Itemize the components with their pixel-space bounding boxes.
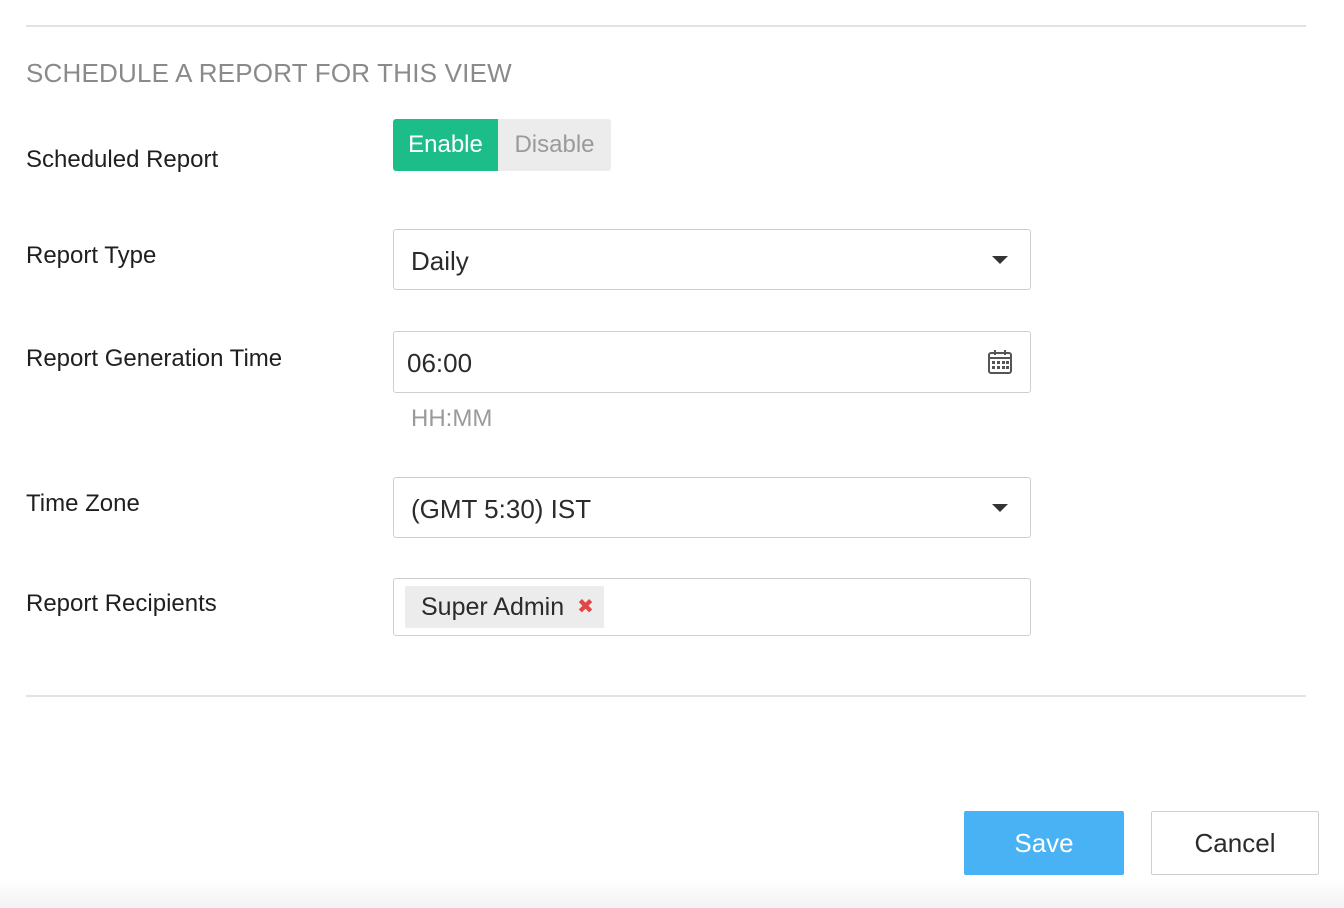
schedule-report-dialog: SCHEDULE A REPORT FOR THIS VIEW Schedule… — [0, 0, 1344, 908]
time-zone-value: (GMT 5:30) IST — [411, 494, 592, 524]
generation-time-label: Report Generation Time — [26, 345, 283, 372]
calendar-icon[interactable] — [987, 349, 1013, 375]
report-recipients-label: Report Recipients — [26, 590, 217, 617]
scheduled-report-toggle: Enable Disable — [393, 119, 611, 171]
disable-option[interactable]: Disable — [498, 119, 611, 171]
top-divider — [26, 25, 1306, 27]
report-type-select[interactable]: Daily — [393, 229, 1031, 290]
generation-time-value: 06:00 — [407, 348, 473, 378]
chevron-down-icon — [992, 504, 1008, 512]
report-type-label: Report Type — [26, 242, 157, 269]
recipient-chip-label: Super Admin — [421, 592, 565, 621]
bottom-divider — [26, 695, 1306, 697]
save-button[interactable]: Save — [964, 811, 1124, 875]
report-type-value: Daily — [411, 246, 469, 276]
time-format-hint: HH:MM — [411, 405, 493, 432]
section-title: SCHEDULE A REPORT FOR THIS VIEW — [26, 58, 512, 88]
time-zone-select[interactable]: (GMT 5:30) IST — [393, 477, 1031, 538]
time-zone-label: Time Zone — [26, 490, 140, 517]
footer-shadow — [0, 878, 1344, 908]
scheduled-report-label: Scheduled Report — [26, 146, 219, 173]
generation-time-input[interactable]: 06:00 — [393, 331, 1031, 393]
close-icon[interactable]: ✖ — [577, 597, 594, 617]
chevron-down-icon — [992, 256, 1008, 264]
report-recipients-input[interactable]: Super Admin ✖ — [393, 578, 1031, 636]
enable-option[interactable]: Enable — [393, 119, 498, 171]
recipient-chip: Super Admin ✖ — [405, 586, 604, 628]
cancel-button[interactable]: Cancel — [1151, 811, 1319, 875]
